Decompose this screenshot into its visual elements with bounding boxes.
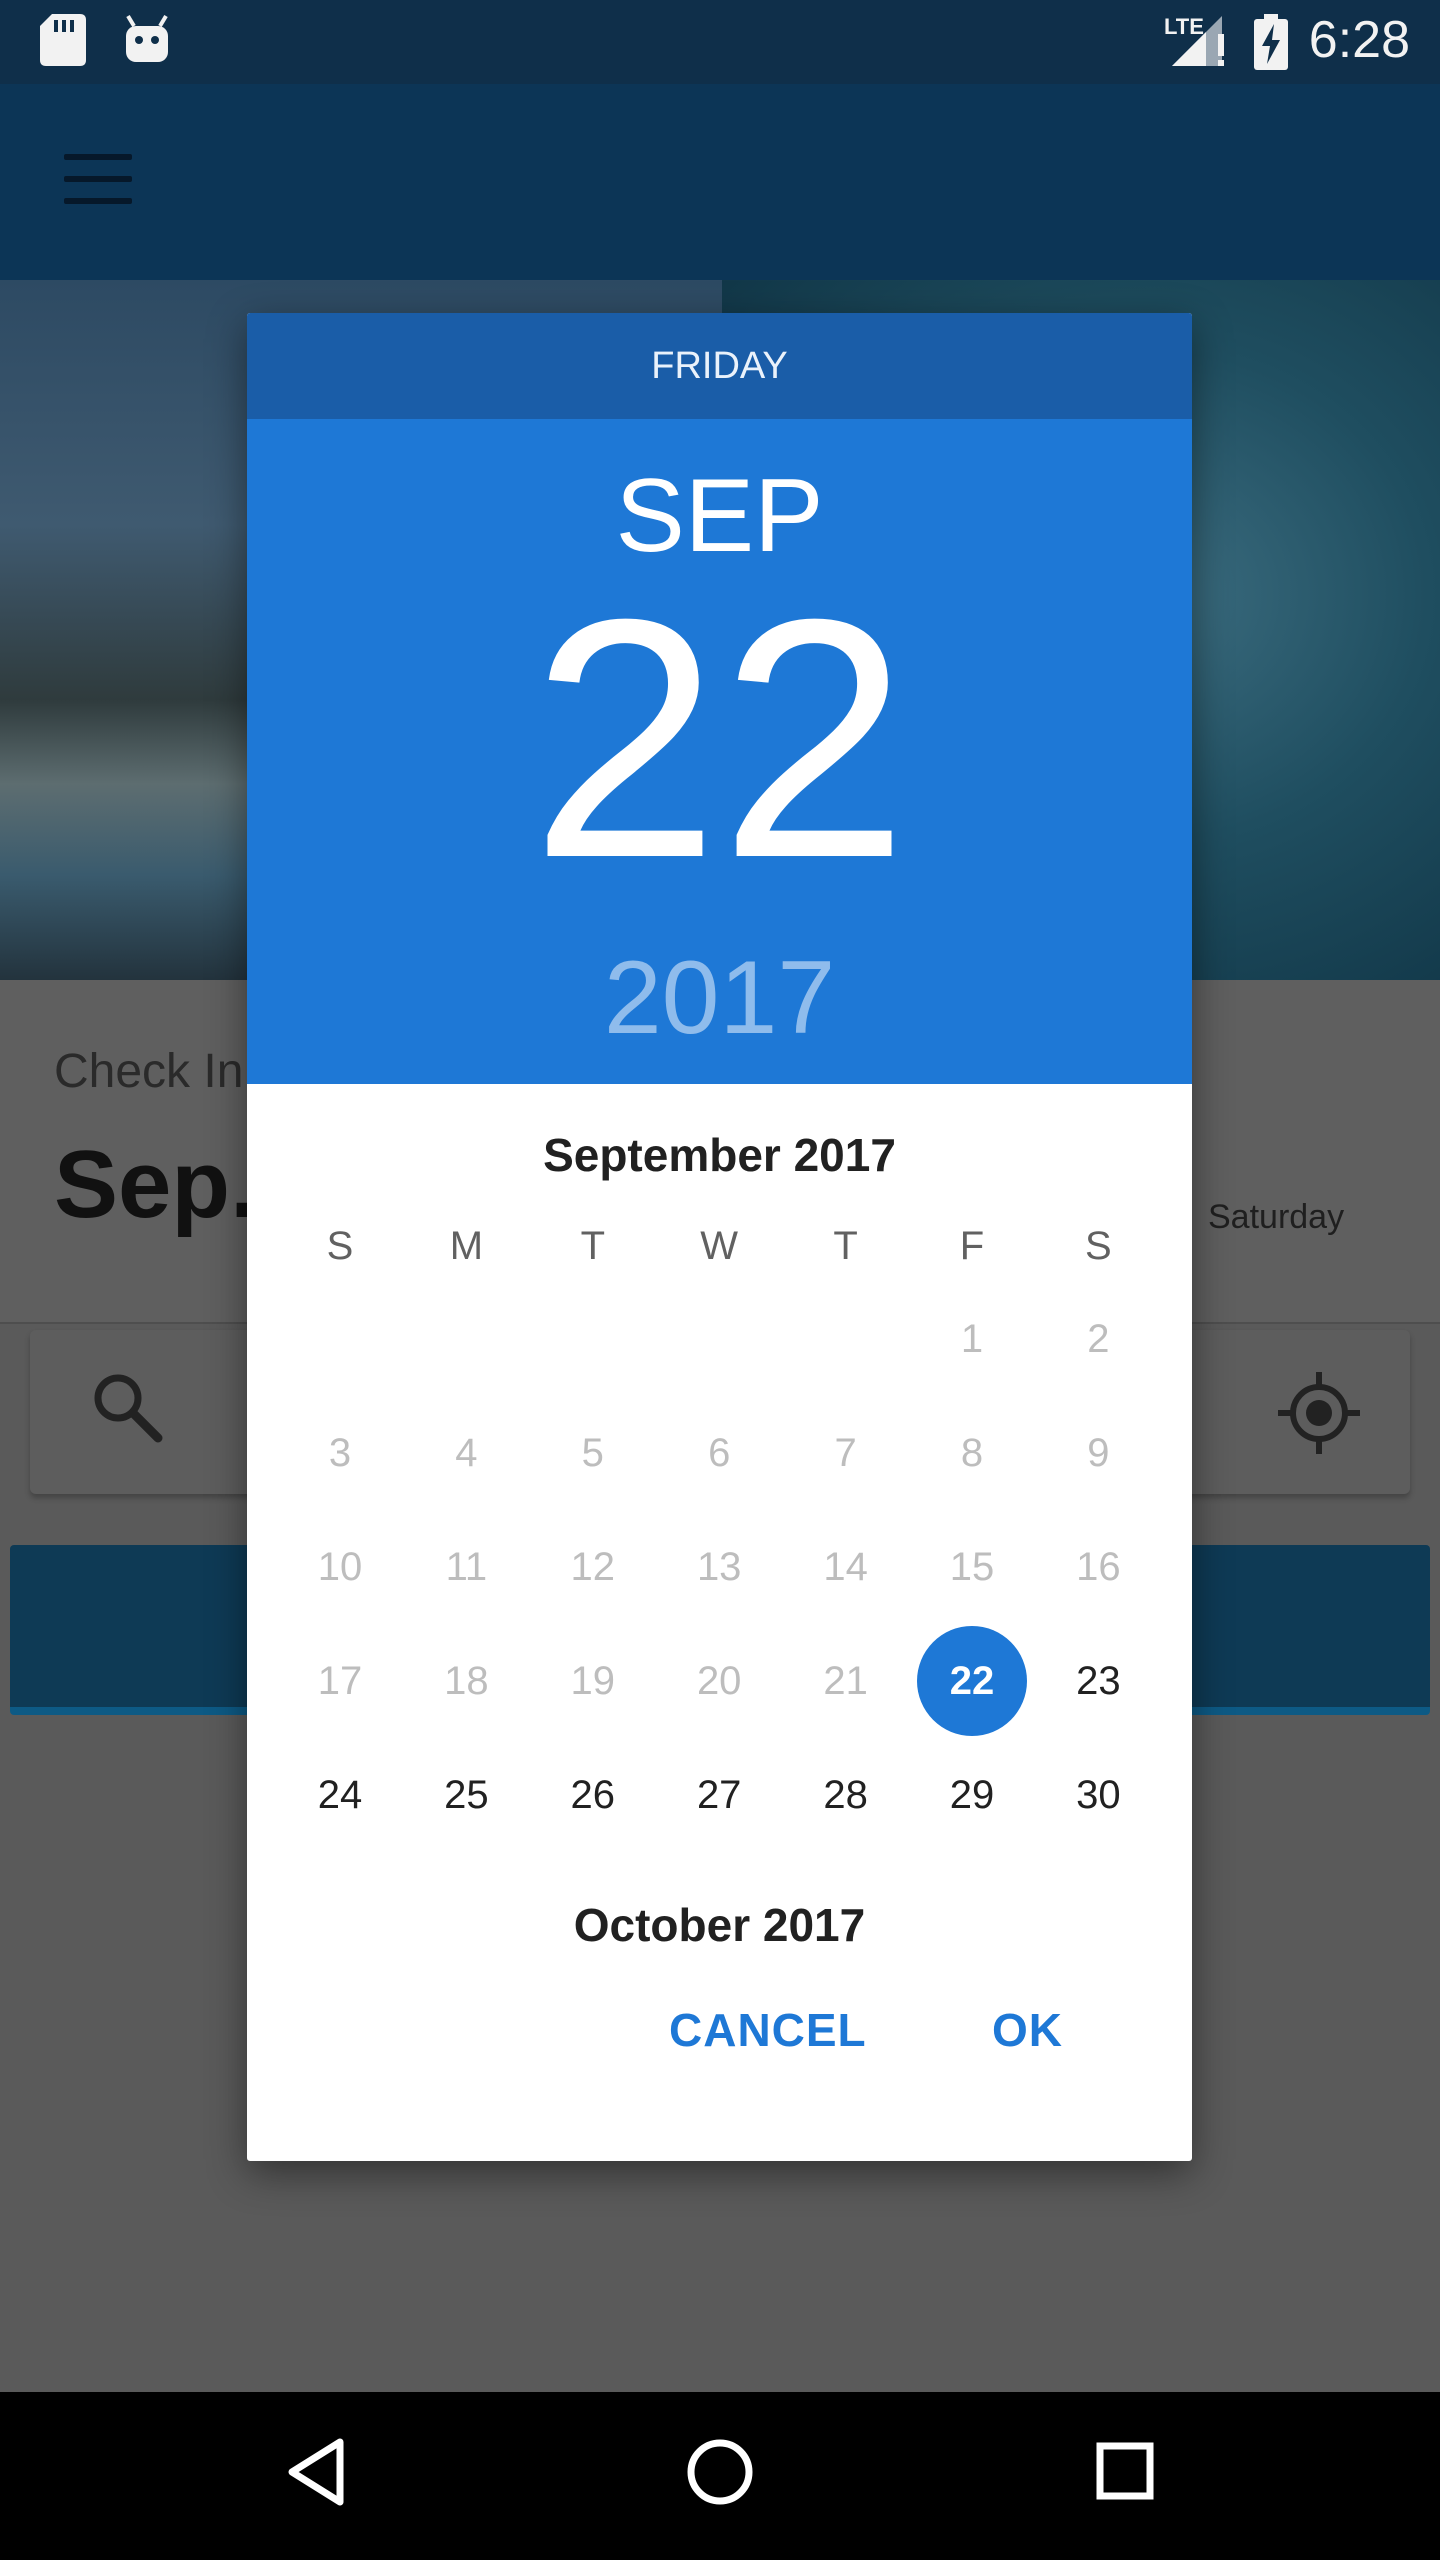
calendar-day-number: 26	[570, 1773, 616, 1817]
calendar-day-number: 22	[949, 1659, 995, 1703]
calendar-day[interactable]: 10	[277, 1510, 403, 1624]
app-bar	[0, 84, 1440, 280]
ok-button[interactable]: OK	[992, 2003, 1063, 2057]
calendar-day[interactable]: 14	[783, 1510, 909, 1624]
calendar-day-number: 2	[1087, 1317, 1110, 1361]
recents-icon[interactable]	[1094, 2436, 1156, 2508]
calendar-day[interactable]: 16	[1035, 1510, 1161, 1624]
calendar-day[interactable]: 26	[530, 1738, 656, 1852]
calendar-day-number: 30	[1076, 1773, 1121, 1817]
calendar-day-selected[interactable]: 22	[909, 1624, 1035, 1738]
calendar-day-number: 10	[317, 1545, 363, 1589]
calendar-day[interactable]: 18	[403, 1624, 529, 1738]
sd-card-icon	[40, 14, 86, 66]
selected-year[interactable]: 2017	[247, 939, 1192, 1058]
checkin-date: Sep.	[54, 1131, 257, 1238]
calendar-day-number: 1	[960, 1317, 984, 1361]
calendar-day-number: 24	[317, 1773, 363, 1817]
calendar-day[interactable]: 3	[277, 1396, 403, 1510]
calendar-day[interactable]: 6	[656, 1396, 782, 1510]
calendar-day-number: 5	[581, 1431, 604, 1475]
calendar-day-number: 3	[328, 1431, 352, 1475]
month-title: September 2017	[543, 1129, 896, 1181]
weekday-label: W	[700, 1224, 739, 1268]
next-month-title: October 2017	[573, 1899, 866, 1951]
calendar-day-number: 13	[696, 1545, 742, 1589]
calendar-day[interactable]: 30	[1035, 1738, 1161, 1852]
calendar-day[interactable]: 12	[530, 1510, 656, 1624]
calendar-day[interactable]: 15	[909, 1510, 1035, 1624]
date-picker-dialog: FRIDAY SEP 22 2017 September 2017 S M T W T F…	[247, 313, 1192, 2161]
back-icon[interactable]	[286, 2436, 346, 2508]
calendar-day[interactable]: 7	[783, 1396, 909, 1510]
calendar-day-number: 7	[834, 1431, 857, 1475]
calendar-day[interactable]: 21	[783, 1624, 909, 1738]
calendar-day-number: 15	[949, 1545, 995, 1589]
calendar-day-number: 21	[823, 1659, 868, 1703]
calendar-day-number: 27	[696, 1773, 742, 1817]
calendar-day[interactable]: 2	[1035, 1282, 1161, 1396]
weekday-header: SMTWTFS	[277, 1224, 1162, 1284]
weekday-label: T	[580, 1224, 606, 1268]
calendar-day-number: 20	[696, 1659, 742, 1703]
calendar-day[interactable]: 23	[1035, 1624, 1161, 1738]
calendar-day[interactable]: 4	[403, 1396, 529, 1510]
calendar-day[interactable]: 28	[783, 1738, 909, 1852]
calendar-day-number: 25	[444, 1773, 489, 1817]
checkin-label: Check In	[54, 1045, 244, 1098]
home-icon[interactable]	[685, 2436, 755, 2508]
selected-day[interactable]: 22	[247, 569, 1192, 909]
calendar-day-number: 16	[1076, 1545, 1121, 1589]
calendar-day[interactable]: 19	[530, 1624, 656, 1738]
calendar-day[interactable]: 9	[1035, 1396, 1161, 1510]
calendar-day-number: 11	[445, 1545, 488, 1589]
calendar-day[interactable]: 29	[909, 1738, 1035, 1852]
search-icon	[94, 1374, 163, 1443]
date-header: SEP 22 2017	[247, 419, 1192, 1084]
calendar-day-number: 8	[960, 1431, 984, 1475]
status-bar: LTE 6:28	[0, 0, 1440, 84]
calendar-day[interactable]: 17	[277, 1624, 403, 1738]
weekday-label: F	[959, 1224, 985, 1268]
hamburger-menu-icon[interactable]	[64, 154, 132, 206]
weekday-label: S	[1085, 1224, 1112, 1268]
checkout-day: Saturday	[1208, 1198, 1345, 1236]
navigation-bar	[0, 2392, 1440, 2560]
android-icon	[126, 14, 168, 62]
calendar-day-number: 29	[949, 1773, 995, 1817]
calendar-day[interactable]: 1	[909, 1282, 1035, 1396]
calendar-day-number: 19	[570, 1659, 616, 1703]
calendar-day-number: 18	[444, 1659, 489, 1703]
calendar-day-number: 12	[570, 1545, 616, 1589]
calendar-day[interactable]: 25	[403, 1738, 529, 1852]
calendar-day[interactable]: 8	[909, 1396, 1035, 1510]
calendar-day-number: 28	[823, 1773, 868, 1817]
calendar-day-number: 4	[455, 1431, 478, 1475]
calendar-day-number: 9	[1087, 1431, 1110, 1475]
calendar-day-number: 6	[708, 1431, 731, 1475]
calendar-day-number: 23	[1076, 1659, 1121, 1703]
calendar-day[interactable]: 13	[656, 1510, 782, 1624]
selected-day-of-week: FRIDAY	[247, 313, 1192, 419]
calendar-day-number: 14	[823, 1545, 868, 1589]
weekday-label: M	[449, 1224, 484, 1268]
battery-charging-icon	[1254, 14, 1288, 70]
weekday-label: S	[326, 1224, 354, 1268]
calendar-day[interactable]: 20	[656, 1624, 782, 1738]
cancel-button[interactable]: CANCEL	[669, 2003, 867, 2057]
clock-time: 6:28	[1308, 11, 1410, 69]
signal-icon	[1172, 16, 1224, 66]
calendar-day[interactable]: 5	[530, 1396, 656, 1510]
calendar-day-number: 17	[317, 1659, 363, 1703]
calendar-day[interactable]: 24	[277, 1738, 403, 1852]
calendar-day[interactable]: 11	[403, 1510, 529, 1624]
my-location-icon[interactable]	[1278, 1372, 1360, 1454]
weekday-label: T	[833, 1224, 858, 1268]
calendar-day[interactable]: 27	[656, 1738, 782, 1852]
